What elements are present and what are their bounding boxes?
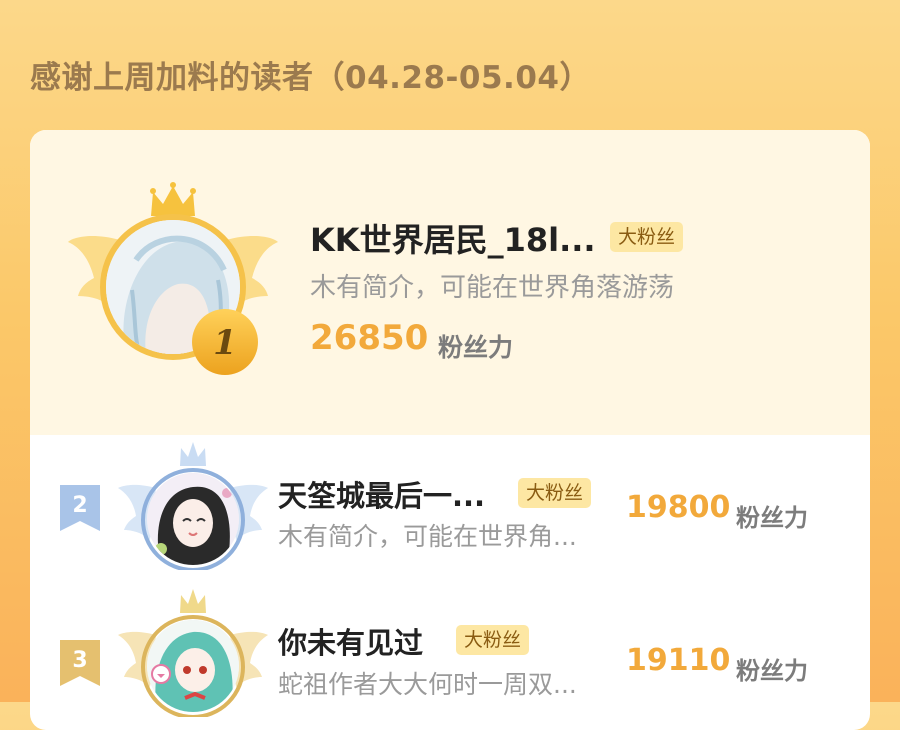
reader-name[interactable]: 你未有见过 <box>278 620 423 662</box>
list-item[interactable]: 2 天筌城最后一... 大粉丝 木有简介，可能在世界角... 19800 粉丝力 <box>30 435 870 595</box>
crown-icon <box>150 182 196 216</box>
fan-power-unit: 粉丝力 <box>736 657 808 685</box>
fan-power-score: 26850 <box>310 318 429 358</box>
reader-bio: 蛇祖作者大大何时一周双... <box>278 670 577 699</box>
crown-icon <box>180 589 206 613</box>
fan-power-score: 19800 <box>626 490 731 525</box>
reader-bio: 木有简介，可能在世界角落游荡 <box>310 273 675 303</box>
avatar[interactable] <box>147 473 239 565</box>
reader-name[interactable]: 天筌城最后一... <box>278 473 485 515</box>
fan-level-badge: 大粉丝 <box>456 625 530 655</box>
svg-text:1: 1 <box>213 323 237 363</box>
rank-medal-icon: 1 <box>192 309 258 375</box>
fan-power-score: 19110 <box>626 643 731 678</box>
fan-level-badge: 大粉丝 <box>518 478 592 508</box>
reader-bio: 木有简介，可能在世界角... <box>278 522 577 551</box>
fan-power-unit: 粉丝力 <box>736 504 808 532</box>
avatar[interactable] <box>147 620 239 712</box>
crown-icon <box>180 442 206 466</box>
fan-power-unit: 粉丝力 <box>438 333 514 362</box>
leaderboard-card: 1 KK世界居民_18l... 大粉丝 木有简介，可能在世界角落游荡 26850… <box>30 130 870 730</box>
fan-level-badge: 大粉丝 <box>610 222 684 252</box>
rank-number: 3 <box>72 648 88 673</box>
rank-number: 2 <box>72 493 88 518</box>
top-reader-panel[interactable]: 1 KK世界居民_18l... 大粉丝 木有简介，可能在世界角落游荡 26850… <box>30 130 870 435</box>
reader-name[interactable]: KK世界居民_18l... <box>310 215 596 261</box>
list-item[interactable]: 3 你未有见过 大粉丝 蛇祖作者大大何时一周双... 19110 粉丝力 <box>30 589 870 730</box>
page-title: 感谢上周加料的读者（04.28-05.04） <box>30 60 591 96</box>
